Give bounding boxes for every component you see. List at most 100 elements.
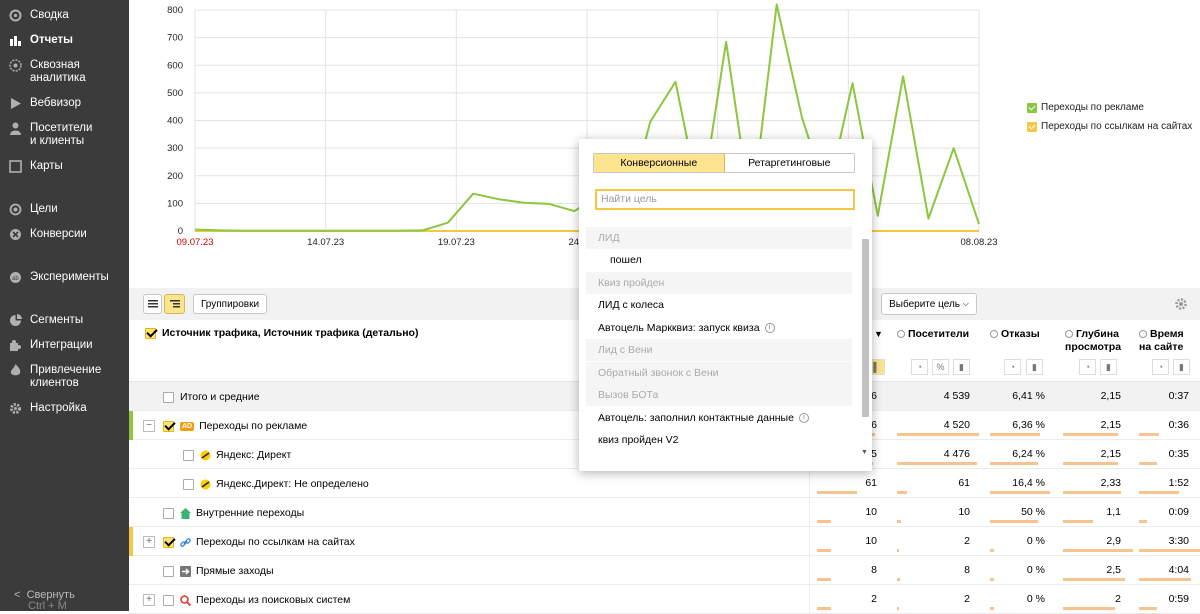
- pie-chart-button[interactable]: ◔: [1152, 359, 1169, 375]
- scrollbar-thumb[interactable]: [862, 239, 869, 417]
- goal-option[interactable]: квиз пройден V2: [586, 429, 852, 451]
- sidebar-item[interactable]: Интеграции: [0, 339, 129, 352]
- sidebar-item-label: Настройка: [30, 402, 87, 414]
- value-bar: [990, 433, 1040, 436]
- visitors-header[interactable]: Посетители: [897, 328, 969, 341]
- row-checkbox[interactable]: [163, 507, 174, 519]
- info-icon[interactable]: i: [764, 323, 775, 333]
- sidebar-item[interactable]: Настройка: [0, 402, 129, 415]
- sidebar-item[interactable]: Привлечение клиентов: [0, 364, 129, 390]
- legend-item-links[interactable]: Переходы по ссылкам на сайтах: [1027, 121, 1192, 132]
- table-row[interactable]: Внутренние переходы 10 10 50 % 1,1 0:09: [129, 498, 1200, 527]
- pie-chart-button[interactable]: ◔: [911, 359, 928, 375]
- info-icon[interactable]: i: [798, 413, 809, 423]
- sidebar-item[interactable]: Вебвизор: [0, 97, 129, 110]
- tab-conversion[interactable]: Конверсионные: [594, 154, 725, 172]
- row-checkbox[interactable]: [163, 391, 174, 403]
- goal-group-header: Лид с Вени: [586, 339, 852, 361]
- bar-chart-button[interactable]: ▮: [1100, 359, 1117, 375]
- cell-visitors: 2: [964, 535, 970, 547]
- bounce-header[interactable]: Отказы: [990, 328, 1040, 341]
- sidebar-item[interactable]: Отчеты: [0, 34, 129, 47]
- table-row[interactable]: Прямые заходы 8 8 0 % 2,5 4:04: [129, 556, 1200, 585]
- table-row[interactable]: Яндекс.Директ: Не определено 61 61 16,4 % 2,…: [129, 469, 1200, 498]
- scrollbar[interactable]: ▼: [860, 227, 870, 459]
- pie-chart-button[interactable]: ◔: [1079, 359, 1096, 375]
- settings-gear-icon[interactable]: [1174, 297, 1188, 311]
- goal-option[interactable]: Автоцель Маркквиз: запуск квиза i: [586, 317, 852, 339]
- goal-option[interactable]: ЛИД с колеса: [586, 294, 852, 316]
- value-bar: [817, 491, 857, 494]
- row-checkbox[interactable]: [163, 565, 174, 577]
- dimension-header[interactable]: Источник трафика, Источник трафика (дета…: [145, 327, 418, 340]
- row-checkbox[interactable]: [183, 449, 194, 461]
- table-row[interactable]: + Переходы из поисковых систем 2 2 0 % 2 0:59: [129, 585, 1200, 614]
- percent-button[interactable]: %: [932, 359, 949, 375]
- row-label: Яндекс: Директ: [216, 449, 292, 461]
- bar-chart-button[interactable]: ▮: [1026, 359, 1043, 375]
- cell-visitors: 10: [958, 506, 970, 518]
- y-tick-label: 600: [167, 60, 183, 71]
- row-checkbox[interactable]: [163, 536, 174, 548]
- chevron-down-icon: ⌵: [962, 299, 969, 308]
- row-label-cell: Яндекс: Директ: [183, 449, 291, 461]
- value-bar: [1063, 549, 1133, 552]
- goal-option[interactable]: Автоцель: заполнил контактные данные i: [586, 407, 852, 429]
- sidebar-item-label: Карты: [30, 160, 63, 172]
- cell-time: 0:36: [1168, 419, 1189, 431]
- bar-chart-button[interactable]: ▮: [953, 359, 970, 375]
- sidebar-item[interactable]: Карты: [0, 160, 129, 173]
- visitors-header-label: Посетители: [908, 328, 970, 340]
- sidebar-item[interactable]: Сегменты: [0, 314, 129, 327]
- goal-search-input[interactable]: Найти цель: [595, 189, 855, 210]
- sidebar-item[interactable]: ab Эксперименты: [0, 271, 129, 284]
- cell-bounce: 6,41 %: [1012, 390, 1045, 402]
- value-bar: [897, 578, 900, 581]
- legend-checkbox-icon[interactable]: [1027, 102, 1037, 113]
- expand-toggle[interactable]: +: [143, 594, 155, 606]
- x-tick-label: 14.07.23: [307, 237, 344, 248]
- expand-toggle[interactable]: −: [143, 420, 155, 432]
- row-checkbox[interactable]: [163, 420, 174, 432]
- tab-retargeting[interactable]: Ретаргетинговые: [725, 154, 855, 172]
- goal-select[interactable]: Выберите цель ⌵: [881, 293, 977, 315]
- table-row[interactable]: + Переходы по ссылкам на сайтах 10 2 0 % 2,9 3…: [129, 527, 1200, 556]
- sidebar-item[interactable]: Цели: [0, 203, 129, 216]
- row-label-cell: Яндекс.Директ: Не определено: [183, 478, 369, 490]
- cell-bounce: 6,24 %: [1012, 448, 1045, 460]
- row-checkbox[interactable]: [163, 594, 174, 606]
- arrow-icon: [180, 565, 191, 577]
- cell-time: 3:30: [1168, 535, 1189, 547]
- goal-label: Лид с Вени: [598, 344, 653, 356]
- value-bar: [897, 462, 977, 465]
- list-view-button[interactable]: [143, 294, 162, 314]
- sort-arrow-icon[interactable]: ▼: [874, 328, 883, 341]
- depth-header[interactable]: Глубина просмотра: [1065, 328, 1121, 354]
- sidebar-item[interactable]: Посетители и клиенты: [0, 122, 129, 148]
- expand-toggle[interactable]: +: [143, 536, 155, 548]
- sidebar-item[interactable]: Сквозная аналитика: [0, 59, 129, 85]
- dimension-checkbox[interactable]: [145, 328, 156, 339]
- groupings-button[interactable]: Группировки: [193, 294, 267, 314]
- tree-view-button[interactable]: [164, 294, 185, 314]
- pie-icon: [0, 314, 30, 327]
- row-label: Переходы по рекламе: [199, 420, 308, 432]
- sidebar-item[interactable]: Сводка: [0, 9, 129, 22]
- row-checkbox[interactable]: [183, 478, 194, 490]
- cell-time: 4:04: [1168, 564, 1189, 576]
- goal-label: пошел: [610, 254, 642, 266]
- x-tick-label: 19.07.23: [438, 237, 475, 248]
- y-tick-label: 100: [167, 198, 183, 209]
- chevron-left-icon: <: [14, 589, 21, 601]
- experiment-icon: ab: [0, 271, 30, 284]
- legend-checkbox-icon[interactable]: [1027, 121, 1037, 132]
- bar-chart-button[interactable]: ▮: [1173, 359, 1190, 375]
- legend-item-ads[interactable]: Переходы по рекламе: [1027, 102, 1144, 113]
- y-tick-label: 300: [167, 143, 183, 154]
- cell-visitors: 4 520: [943, 419, 970, 431]
- goal-option[interactable]: пошел: [586, 249, 852, 271]
- time-header[interactable]: Время на сайте: [1139, 328, 1184, 354]
- scroll-down-icon[interactable]: ▼: [861, 449, 868, 456]
- sidebar-item[interactable]: Конверсии: [0, 228, 129, 241]
- pie-chart-button[interactable]: ◔: [1004, 359, 1021, 375]
